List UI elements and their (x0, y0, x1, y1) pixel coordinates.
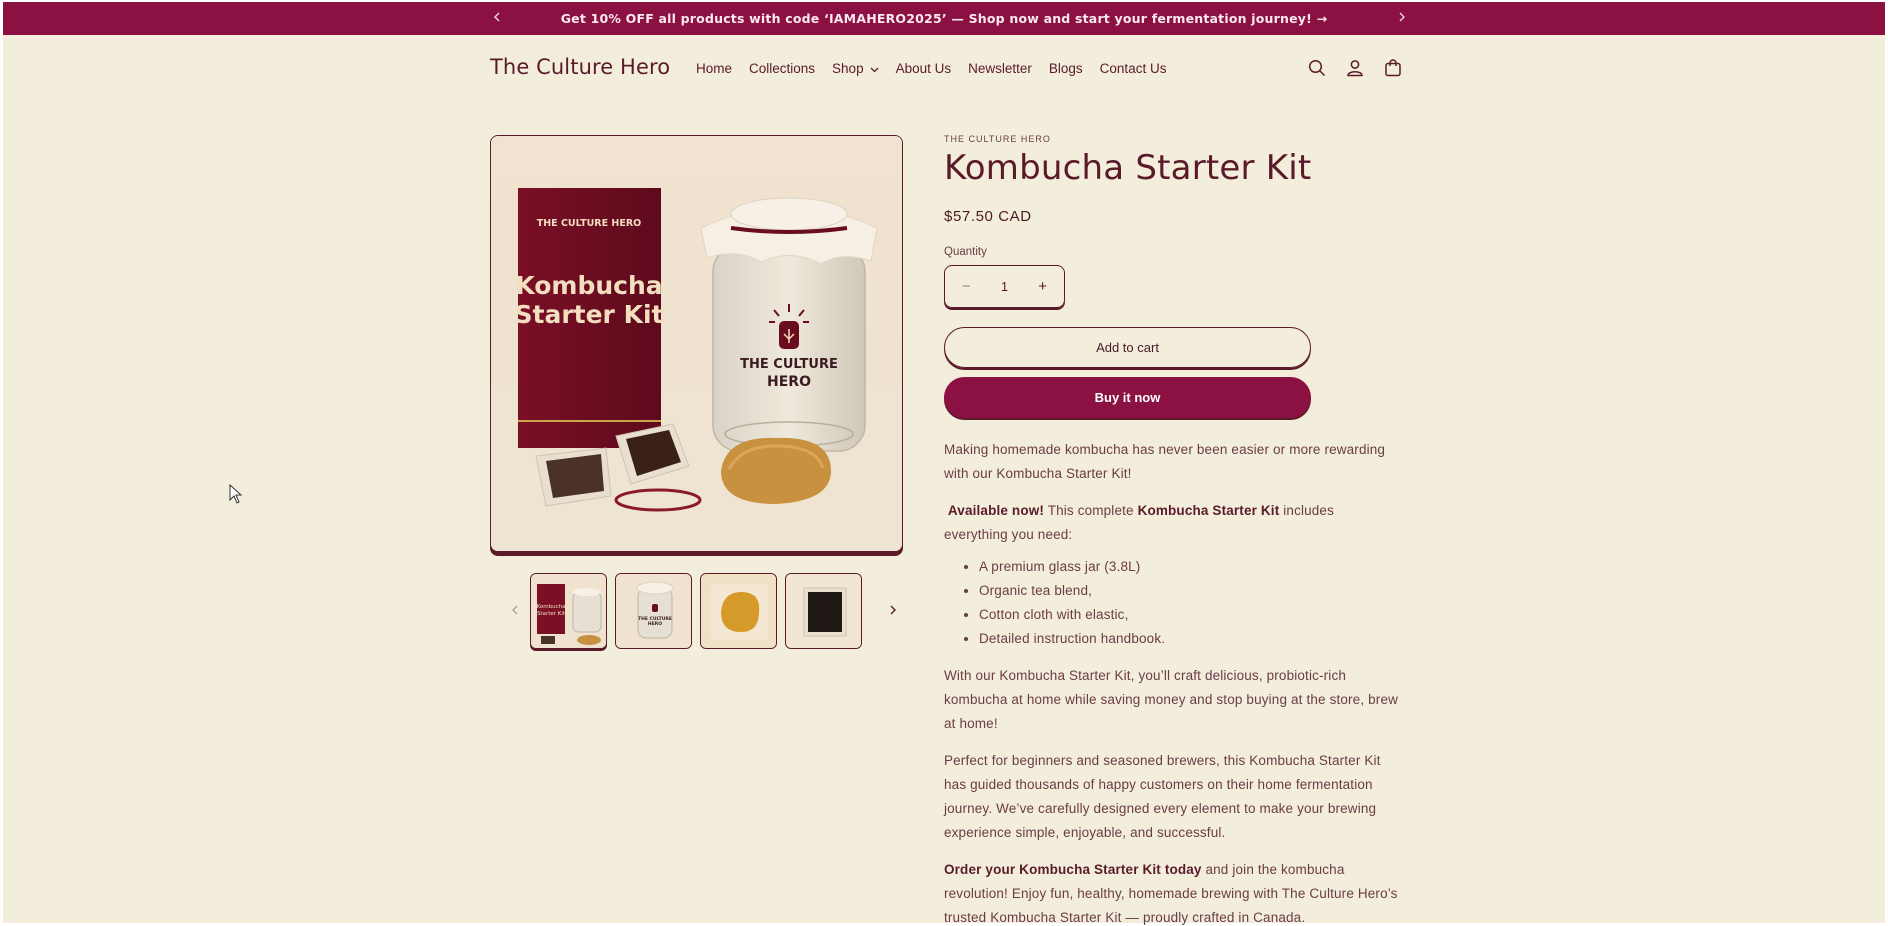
product-vendor: THE CULTURE HERO (944, 134, 1051, 144)
announcement-bar: Get 10% OFF all products with code ‘IAMA… (3, 2, 1885, 35)
list-item: A premium glass jar (3.8L) (979, 555, 1400, 579)
announcement-text[interactable]: Get 10% OFF all products with code ‘IAMA… (561, 11, 1328, 26)
product-title: Kombucha Starter Kit (944, 148, 1312, 188)
kit-contents-list: A premium glass jar (3.8L) Organic tea b… (979, 555, 1400, 651)
nav-blogs[interactable]: Blogs (1049, 61, 1083, 76)
thumbnail-next-icon[interactable] (878, 603, 908, 619)
order-cta-text: Order your Kombucha Starter Kit today (944, 862, 1202, 877)
description-paragraph-4: Perfect for beginners and seasoned brewe… (944, 753, 1381, 840)
list-item: Cotton cloth with elastic, (979, 603, 1400, 627)
thumbnail-glass-jar[interactable]: THE CULTURE HERO (615, 573, 692, 649)
description-paragraph-3: With our Kombucha Starter Kit, you’ll cr… (944, 668, 1399, 731)
quantity-stepper: − 1 + (944, 265, 1065, 308)
product-main-image[interactable]: THE CULTURE HERO Kombucha Starter Kit TH… (490, 135, 903, 552)
quantity-decrease-button[interactable]: − (962, 278, 971, 295)
nav-collections[interactable]: Collections (749, 61, 815, 76)
quantity-input[interactable]: 1 (1001, 279, 1008, 294)
description-paragraph-1: Making homemade kombucha has never been … (944, 442, 1386, 481)
jar-brand-line2: HERO (767, 374, 811, 390)
chevron-down-icon (870, 65, 879, 76)
thumbnail-scoby[interactable] (700, 573, 777, 649)
chevron-right-icon[interactable] (1396, 9, 1408, 27)
quantity-increase-button[interactable]: + (1038, 278, 1047, 295)
box-brand-text: THE CULTURE HERO (537, 218, 642, 229)
search-icon[interactable] (1307, 58, 1327, 78)
account-icon[interactable] (1345, 58, 1365, 78)
list-item: Organic tea blend, (979, 579, 1400, 603)
thumbnail-prev-icon[interactable] (500, 603, 530, 619)
nav-about-us[interactable]: About Us (896, 61, 952, 76)
nav-contact-us[interactable]: Contact Us (1100, 61, 1167, 76)
svg-text:Starter Kit: Starter Kit (537, 611, 566, 617)
list-item: Detailed instruction handbook. (979, 627, 1400, 651)
thumbnail-kit-overview[interactable]: Kombucha Starter Kit (530, 573, 607, 649)
description-text: This complete (1044, 503, 1138, 518)
kit-name-text: Kombucha Starter Kit (1137, 503, 1280, 518)
product-info: THE CULTURE HERO Kombucha Starter Kit $5… (944, 134, 1400, 926)
quantity-label: Quantity (944, 246, 987, 258)
chevron-left-icon[interactable] (491, 9, 503, 27)
svg-text:HERO: HERO (648, 621, 662, 627)
add-to-cart-button[interactable]: Add to cart (944, 327, 1311, 368)
jar-brand-line1: THE CULTURE (740, 357, 838, 372)
description-paragraph-2: Available now! This complete Kombucha St… (944, 499, 1400, 547)
box-title-line1: Kombucha (515, 271, 662, 300)
box-title-line2: Starter Kit (515, 300, 664, 329)
nav-shop-label: Shop (832, 61, 864, 76)
site-logo[interactable]: The Culture Hero (490, 55, 670, 79)
thumbnail-tea-blend[interactable] (785, 573, 862, 649)
nav-home[interactable]: Home (696, 61, 732, 76)
svg-text:Kombucha: Kombucha (537, 604, 566, 610)
product-description: Making homemade kombucha has never been … (944, 438, 1400, 926)
mouse-cursor-icon (229, 483, 243, 509)
main-nav: Home Collections Shop About Us Newslette… (696, 61, 1183, 76)
product-price: $57.50 CAD (944, 208, 1032, 225)
header-icons (1307, 58, 1403, 78)
thumbnail-strip: Kombucha Starter Kit THE CULTURE HERO (500, 573, 908, 649)
available-now-text: Available now! (947, 503, 1045, 518)
cart-icon[interactable] (1383, 58, 1403, 78)
nav-newsletter[interactable]: Newsletter (968, 61, 1032, 76)
description-paragraph-5: Order your Kombucha Starter Kit today an… (944, 858, 1400, 926)
nav-shop[interactable]: Shop (832, 61, 879, 76)
buy-it-now-button[interactable]: Buy it now (944, 377, 1311, 418)
